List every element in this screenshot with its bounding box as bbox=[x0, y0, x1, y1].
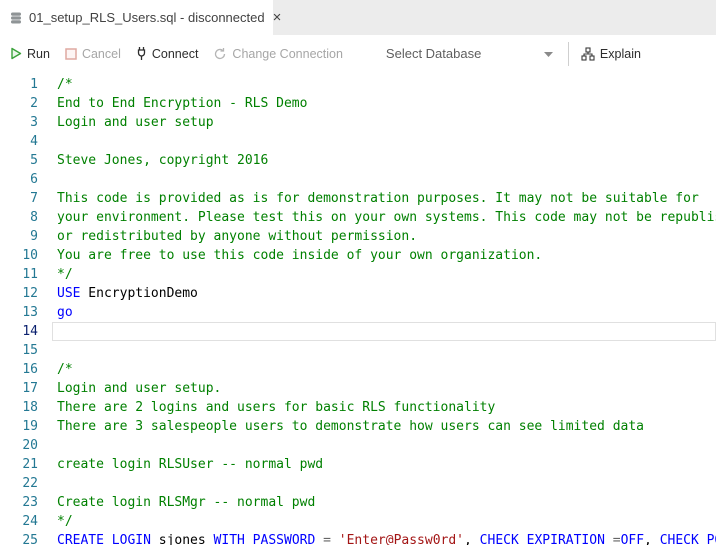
tab-bar: 01_setup_RLS_Users.sql - disconnected × bbox=[0, 0, 716, 35]
select-database-label: Select Database bbox=[386, 46, 481, 61]
line-number[interactable]: 3 bbox=[0, 113, 38, 132]
code-line[interactable]: 2 End to End Encryption - RLS Demo bbox=[0, 94, 716, 113]
explain-label: Explain bbox=[600, 47, 641, 61]
code-line[interactable]: 22 bbox=[0, 474, 716, 493]
explain-button[interactable]: Explain bbox=[581, 47, 641, 61]
code-text[interactable]: You are free to use this code inside of … bbox=[57, 246, 542, 265]
code-text[interactable]: go bbox=[57, 303, 73, 322]
line-number[interactable]: 25 bbox=[0, 531, 38, 545]
code-text[interactable]: End to End Encryption - RLS Demo bbox=[57, 94, 307, 113]
code-text[interactable]: This code is provided as is for demonstr… bbox=[57, 189, 699, 208]
line-number[interactable]: 12 bbox=[0, 284, 38, 303]
database-icon bbox=[9, 11, 23, 25]
line-number[interactable]: 23 bbox=[0, 493, 38, 512]
tab-title: 01_setup_RLS_Users.sql - disconnected bbox=[29, 10, 265, 25]
code-line[interactable]: 1 /* bbox=[0, 75, 716, 94]
code-line[interactable]: 15 bbox=[0, 341, 716, 360]
line-number[interactable]: 7 bbox=[0, 189, 38, 208]
line-number[interactable]: 20 bbox=[0, 436, 38, 455]
line-number[interactable]: 6 bbox=[0, 170, 38, 189]
code-line[interactable]: 12 USE EncryptionDemo bbox=[0, 284, 716, 303]
line-number[interactable]: 21 bbox=[0, 455, 38, 474]
run-icon bbox=[10, 47, 22, 60]
code-line[interactable]: 16 /* bbox=[0, 360, 716, 379]
code-line[interactable]: 4 bbox=[0, 132, 716, 151]
code-line[interactable]: 3 Login and user setup bbox=[0, 113, 716, 132]
code-line[interactable]: 11 */ bbox=[0, 265, 716, 284]
line-number[interactable]: 1 bbox=[0, 75, 38, 94]
line-number[interactable]: 11 bbox=[0, 265, 38, 284]
line-number[interactable]: 4 bbox=[0, 132, 38, 151]
line-number[interactable]: 10 bbox=[0, 246, 38, 265]
line-number[interactable]: 9 bbox=[0, 227, 38, 246]
connect-button[interactable]: Connect bbox=[136, 46, 199, 61]
code-text[interactable]: Login and user setup. bbox=[57, 379, 221, 398]
code-line[interactable]: 17 Login and user setup. bbox=[0, 379, 716, 398]
code-line[interactable]: 19 There are 3 salespeople users to demon… bbox=[0, 417, 716, 436]
code-text[interactable]: CREATE LOGIN sjones WITH PASSWORD = 'Ent… bbox=[57, 531, 716, 545]
cancel-icon bbox=[65, 48, 77, 60]
code-text[interactable]: /* bbox=[57, 75, 73, 94]
close-icon[interactable]: × bbox=[273, 10, 282, 25]
code-text[interactable]: There are 3 salespeople users to demonst… bbox=[57, 417, 644, 436]
code-text[interactable]: There are 2 logins and users for basic R… bbox=[57, 398, 495, 417]
code-text[interactable]: */ bbox=[57, 265, 73, 284]
run-label: Run bbox=[27, 47, 50, 61]
line-number[interactable]: 18 bbox=[0, 398, 38, 417]
chevron-down-icon bbox=[543, 46, 554, 61]
line-number[interactable]: 13 bbox=[0, 303, 38, 322]
code-text[interactable]: Login and user setup bbox=[57, 113, 214, 132]
code-line[interactable]: 5 Steve Jones, copyright 2016 bbox=[0, 151, 716, 170]
run-button[interactable]: Run bbox=[10, 47, 50, 61]
code-text[interactable]: Steve Jones, copyright 2016 bbox=[57, 151, 268, 170]
code-line[interactable]: 21 create login RLSUser -- normal pwd bbox=[0, 455, 716, 474]
line-number[interactable]: 24 bbox=[0, 512, 38, 531]
code-line[interactable]: 13 go bbox=[0, 303, 716, 322]
explain-plan-icon bbox=[581, 47, 595, 61]
cancel-label: Cancel bbox=[82, 47, 121, 61]
line-number[interactable]: 15 bbox=[0, 341, 38, 360]
code-line[interactable]: 6 bbox=[0, 170, 716, 189]
code-line[interactable]: 10 You are free to use this code inside o… bbox=[0, 246, 716, 265]
code-line[interactable]: 18 There are 2 logins and users for basic… bbox=[0, 398, 716, 417]
line-number[interactable]: 5 bbox=[0, 151, 38, 170]
code-text[interactable]: USE EncryptionDemo bbox=[57, 284, 198, 303]
connect-label: Connect bbox=[152, 47, 199, 61]
code-text[interactable]: or redistributed by anyone without permi… bbox=[57, 227, 417, 246]
code-line[interactable]: 8 your environment. Please test this on y… bbox=[0, 208, 716, 227]
line-number[interactable]: 17 bbox=[0, 379, 38, 398]
code-line[interactable]: 14 bbox=[0, 322, 716, 341]
query-toolbar: Run Cancel Connect Change Connection bbox=[0, 35, 716, 72]
change-connection-icon bbox=[213, 47, 227, 61]
code-text[interactable]: /* bbox=[57, 360, 73, 379]
tab-sql-file[interactable]: 01_setup_RLS_Users.sql - disconnected × bbox=[0, 0, 273, 35]
line-number[interactable]: 8 bbox=[0, 208, 38, 227]
code-line[interactable]: 7 This code is provided as is for demonst… bbox=[0, 189, 716, 208]
code-text[interactable]: create login RLSUser -- normal pwd bbox=[57, 455, 323, 474]
line-number[interactable]: 19 bbox=[0, 417, 38, 436]
line-number[interactable]: 2 bbox=[0, 94, 38, 113]
code-line[interactable]: 24 */ bbox=[0, 512, 716, 531]
select-database-dropdown[interactable]: Select Database bbox=[386, 46, 554, 61]
code-text[interactable]: your environment. Please test this on yo… bbox=[57, 208, 716, 227]
connect-plug-icon bbox=[136, 46, 147, 61]
change-connection-label: Change Connection bbox=[232, 47, 343, 61]
code-line[interactable]: 9 or redistributed by anyone without perm… bbox=[0, 227, 716, 246]
line-number[interactable]: 22 bbox=[0, 474, 38, 493]
code-text[interactable]: */ bbox=[57, 512, 73, 531]
toolbar-separator bbox=[568, 42, 569, 66]
code-editor[interactable]: 1 /* 2 End to End Encryption - RLS Demo 3 Log… bbox=[0, 72, 716, 545]
code-line[interactable]: 25 CREATE LOGIN sjones WITH PASSWORD = 'E… bbox=[0, 531, 716, 545]
line-number[interactable]: 16 bbox=[0, 360, 38, 379]
change-connection-button[interactable]: Change Connection bbox=[213, 47, 343, 61]
code-line[interactable]: 23 Create login RLSMgr -- normal pwd bbox=[0, 493, 716, 512]
cancel-button[interactable]: Cancel bbox=[65, 47, 121, 61]
code-line[interactable]: 20 bbox=[0, 436, 716, 455]
line-number[interactable]: 14 bbox=[0, 322, 38, 341]
code-text[interactable]: Create login RLSMgr -- normal pwd bbox=[57, 493, 315, 512]
